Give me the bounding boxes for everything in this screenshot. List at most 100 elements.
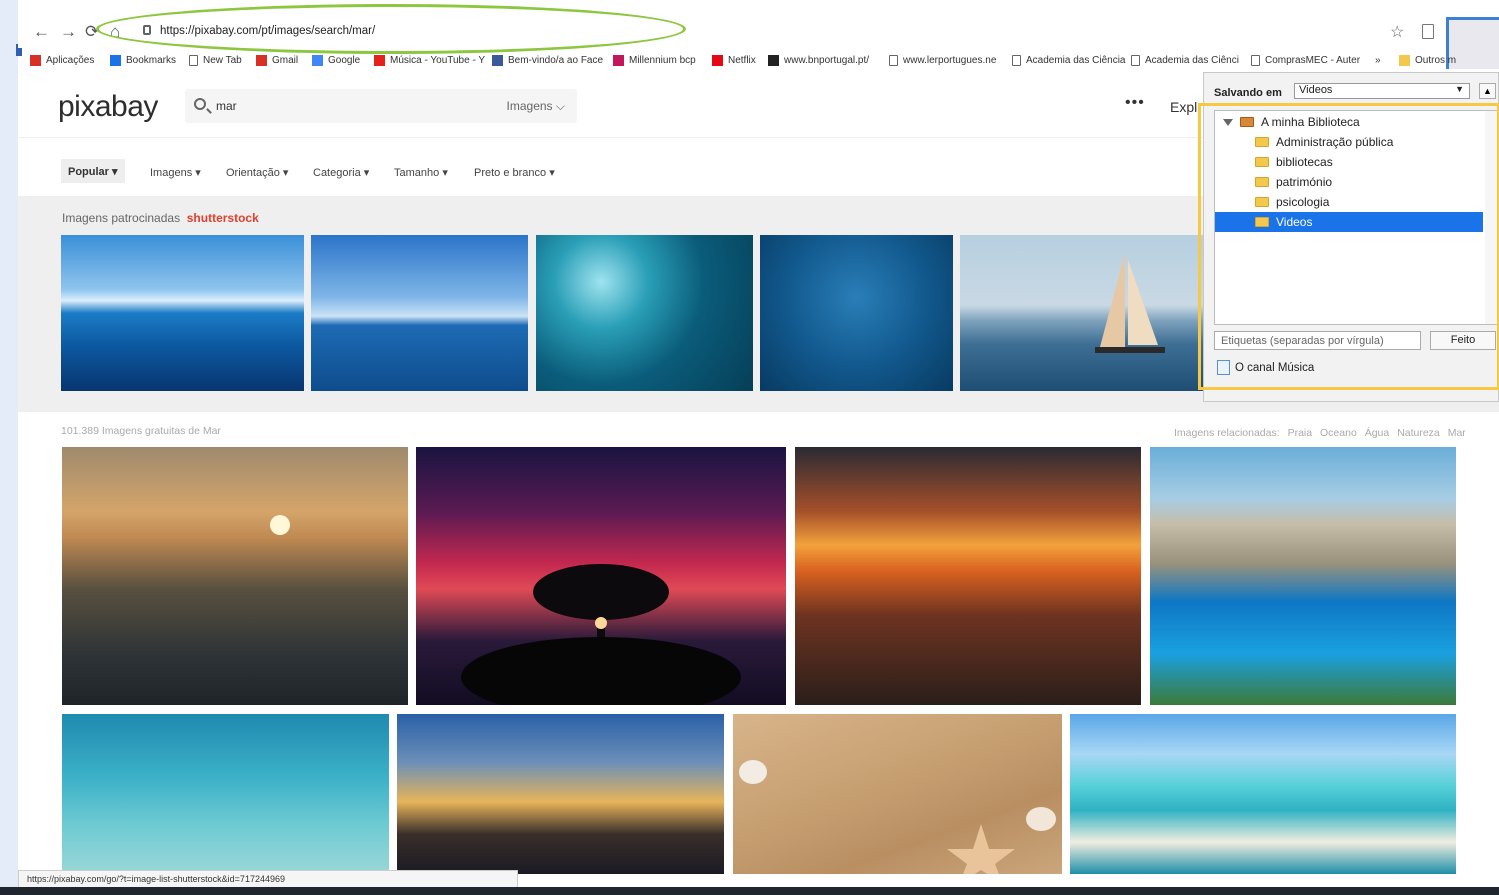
bookmark-label: www.lerportugues.ne [903, 55, 997, 66]
search-type-label: Imagens [506, 99, 553, 113]
bookmark-item[interactable]: Academia das Ciênci [1131, 55, 1239, 66]
filter-popular-label: Popular [68, 166, 109, 178]
filter-size[interactable]: Tamanho ▾ [394, 166, 448, 179]
doc-icon [889, 55, 898, 66]
bookmark-item[interactable]: Música - YouTube - Y [374, 55, 485, 66]
star-icon [110, 55, 121, 66]
search-type-dropdown[interactable]: Imagens ⌵ [507, 99, 565, 114]
google-icon [312, 55, 323, 66]
bookmark-label: Outros m [1415, 55, 1457, 66]
result-image[interactable] [62, 714, 389, 874]
bookmark-star-icon[interactable]: ☆ [1390, 22, 1404, 42]
shutterstock-logo[interactable]: shutterstock [187, 211, 259, 225]
result-image[interactable] [62, 447, 408, 705]
netflix-icon [712, 55, 723, 66]
tree-silhouette-graphic [461, 564, 741, 717]
bookmark-item[interactable]: Gmail [256, 55, 298, 66]
bookmark-item[interactable]: Millennium bcp [613, 55, 696, 66]
related-tag[interactable]: Natureza [1397, 427, 1440, 439]
page-icon[interactable] [1422, 24, 1434, 39]
result-image[interactable] [416, 447, 786, 717]
shells-graphic [739, 760, 1056, 884]
bookmark-item[interactable]: Bookmarks [110, 55, 176, 66]
bookmark-item[interactable]: Aplicações [30, 55, 94, 66]
bookmark-label: Música - YouTube - Y [390, 55, 486, 66]
taskbar [0, 887, 1499, 895]
screenshot-frame: ← → ⟳ ⌂ https://pixabay.com/pt/images/se… [0, 0, 1499, 895]
related-tag[interactable]: Praia [1288, 427, 1313, 439]
forward-arrow-icon[interactable]: → [60, 22, 77, 42]
bookmark-item[interactable]: www.bnportugal.pt/ [768, 55, 869, 66]
related-tag[interactable]: Água [1365, 427, 1390, 439]
filter-size-label: Tamanho [394, 167, 440, 179]
bookmark-label: Academia das Ciência [1026, 55, 1126, 66]
filter-category[interactable]: Categoria ▾ [313, 166, 369, 179]
saving-in-label: Salvando em [1214, 87, 1282, 99]
result-image[interactable] [397, 714, 724, 874]
bookmark-label: Aplicações [46, 55, 95, 66]
bookmark-label: Academia das Ciênci [1145, 55, 1239, 66]
bookmark-label: Bookmarks [126, 55, 177, 66]
facebook-icon [492, 55, 503, 66]
sponsored-image[interactable] [536, 235, 753, 391]
filter-bw-label: Preto e branco [474, 167, 547, 179]
search-box[interactable]: mar Imagens ⌵ [185, 89, 577, 123]
filter-images[interactable]: Imagens ▾ [150, 166, 201, 179]
millennium-icon [613, 55, 624, 66]
bnp-icon [768, 55, 779, 66]
filter-popular[interactable]: Popular ▾ [61, 159, 125, 183]
search-icon [194, 98, 206, 110]
bookmark-item[interactable]: » [1375, 55, 1381, 66]
result-image[interactable] [1070, 714, 1456, 874]
status-bar: https://pixabay.com/go/?t=image-list-shu… [18, 870, 518, 888]
reload-icon[interactable]: ⟳ [85, 22, 99, 42]
sponsored-image[interactable] [960, 235, 1205, 391]
related-tags: Imagens relacionadas: Praia Oceano Água … [1174, 427, 1471, 439]
bookmark-item[interactable]: Google [312, 55, 360, 66]
gmail-icon [256, 55, 267, 66]
result-image[interactable] [795, 447, 1141, 705]
filter-orientation[interactable]: Orientação ▾ [226, 166, 288, 179]
bookmark-label: Google [328, 55, 361, 66]
destination-select[interactable]: Videos ▼ [1294, 83, 1470, 99]
bookmark-label: Bem-vindo/a ao Face [508, 55, 604, 66]
bookmark-label: Gmail [272, 55, 299, 66]
sun-graphic [270, 515, 290, 535]
bookmark-item[interactable]: New Tab [189, 55, 242, 66]
sponsored-image[interactable] [311, 235, 528, 391]
explore-link[interactable]: Expl [1170, 99, 1197, 115]
result-image[interactable] [733, 714, 1062, 884]
search-input[interactable]: mar [216, 99, 237, 113]
bookmark-label: ComprasMEC - Auter [1265, 55, 1361, 66]
collapse-icon[interactable]: ▲ [1479, 83, 1496, 99]
bookmarks-bar: Aplicações Bookmarks New Tab Gmail Google Mús… [30, 50, 1456, 72]
doc-icon [1012, 55, 1021, 66]
related-label: Imagens relacionadas: [1174, 427, 1280, 439]
sponsored-label-text: Imagens patrocinadas [62, 211, 181, 225]
more-menu-icon[interactable]: ••• [1125, 94, 1145, 112]
chevron-down-icon: ▼ [1455, 84, 1464, 94]
doc-icon [189, 55, 198, 66]
filter-black-white[interactable]: Preto e branco ▾ [474, 166, 555, 179]
bookmark-item[interactable]: Outros m [1399, 55, 1456, 66]
sailboat-graphic [1095, 253, 1165, 353]
filter-orientation-label: Orientação [226, 167, 280, 179]
back-arrow-icon[interactable]: ← [33, 22, 50, 42]
bookmark-item[interactable]: Academia das Ciência [1012, 55, 1126, 66]
url-highlight-ellipse [96, 4, 686, 54]
related-tag[interactable]: Mar [1448, 427, 1466, 439]
bookmark-item[interactable]: Netflix [712, 55, 756, 66]
folder-icon [1399, 55, 1410, 66]
bookmark-label: Netflix [728, 55, 756, 66]
panel-highlight-box [1198, 103, 1499, 390]
related-tag[interactable]: Oceano [1320, 427, 1357, 439]
result-image[interactable] [1150, 447, 1456, 705]
bookmark-label: New Tab [203, 55, 242, 66]
sponsored-image[interactable] [61, 235, 304, 391]
bookmark-item[interactable]: ComprasMEC - Auter [1251, 55, 1360, 66]
bookmark-label: www.bnportugal.pt/ [784, 55, 870, 66]
pixabay-logo[interactable]: pixabay [58, 90, 158, 124]
sponsored-image[interactable] [760, 235, 953, 391]
bookmark-item[interactable]: www.lerportugues.ne [889, 55, 996, 66]
bookmark-item[interactable]: Bem-vindo/a ao Face [492, 55, 603, 66]
